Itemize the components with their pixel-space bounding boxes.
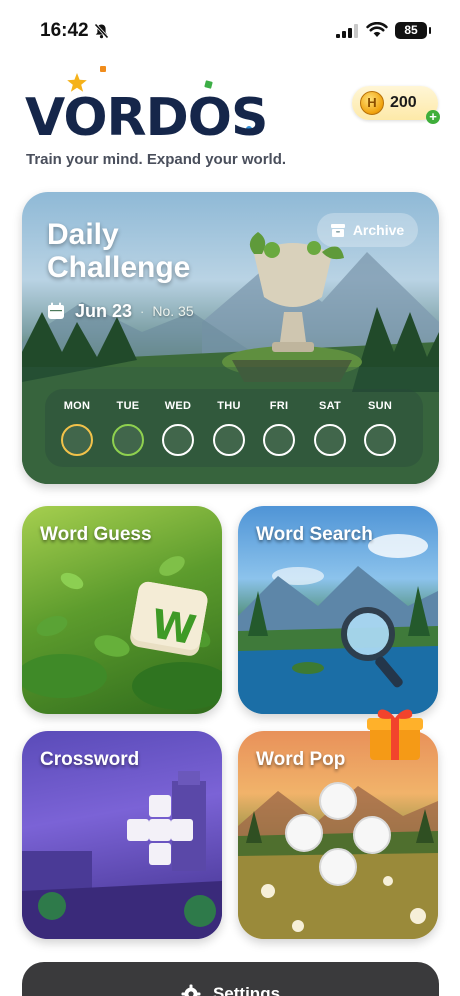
day-status-circle bbox=[162, 424, 194, 456]
archive-button[interactable]: Archive bbox=[317, 213, 418, 247]
day-label: MON bbox=[63, 400, 91, 412]
day-status-circle bbox=[61, 424, 93, 456]
daily-challenge-card[interactable]: Daily Challenge Jun 23 · No. 35 Archive … bbox=[22, 192, 439, 484]
settings-button[interactable]: Settings bbox=[22, 962, 439, 996]
day-mon[interactable]: MON bbox=[52, 389, 102, 467]
archive-box-icon bbox=[330, 223, 345, 237]
date-row: Jun 23 · No. 35 bbox=[47, 300, 194, 322]
date-separator: · bbox=[140, 303, 145, 319]
day-sun[interactable]: SUN bbox=[355, 389, 405, 467]
word-search-tile[interactable]: Word Search bbox=[238, 506, 438, 714]
coin-icon: H bbox=[360, 91, 384, 115]
add-coins-icon[interactable]: + bbox=[426, 110, 440, 124]
day-status-circle bbox=[314, 424, 346, 456]
word-guess-label: Word Guess bbox=[40, 524, 152, 545]
crossword-label: Crossword bbox=[40, 749, 140, 770]
battery-indicator: 85 bbox=[395, 22, 431, 39]
day-label: WED bbox=[164, 400, 192, 412]
day-status-circle bbox=[213, 424, 245, 456]
calendar-icon bbox=[48, 302, 64, 319]
daily-title-line2: Challenge bbox=[47, 251, 191, 284]
tagline: Train your mind. Expand your world. bbox=[26, 151, 287, 168]
bell-muted-icon bbox=[94, 23, 109, 39]
challenge-number: No. 35 bbox=[152, 303, 194, 319]
challenge-date: Jun 23 bbox=[75, 300, 133, 321]
word-guess-tile[interactable]: W Word Guess bbox=[22, 506, 222, 714]
day-label: TUE bbox=[116, 400, 140, 412]
coin-count: 200 bbox=[390, 94, 417, 111]
day-sat[interactable]: SAT bbox=[305, 389, 355, 467]
day-tue[interactable]: TUE bbox=[103, 389, 153, 467]
logo-text: VORDOS bbox=[25, 88, 268, 148]
day-thu[interactable]: THU bbox=[204, 389, 254, 467]
day-status-circle bbox=[364, 424, 396, 456]
cellular-signal-icon bbox=[336, 24, 358, 38]
day-label: THU bbox=[217, 400, 241, 412]
word-guess-tile-letter: W bbox=[148, 601, 199, 654]
day-label: SAT bbox=[318, 400, 342, 412]
word-pop-tile[interactable]: Word Pop bbox=[238, 731, 438, 939]
word-pop-label: Word Pop bbox=[256, 749, 346, 770]
word-search-label: Word Search bbox=[256, 524, 373, 545]
status-bar: 16:42 85 bbox=[0, 0, 460, 56]
status-time: 16:42 bbox=[40, 20, 89, 41]
gift-icon[interactable] bbox=[364, 704, 426, 762]
daily-challenge-title: Daily Challenge bbox=[47, 218, 190, 284]
settings-label: Settings bbox=[212, 984, 281, 996]
logo-confetti-dot bbox=[100, 66, 106, 72]
crossword-tile[interactable]: Crossword bbox=[22, 731, 222, 939]
archive-label: Archive bbox=[352, 222, 405, 238]
day-label: SUN bbox=[367, 400, 393, 412]
day-label: FRI bbox=[269, 400, 289, 412]
vordos-logo: VORDOS bbox=[22, 66, 272, 148]
wifi-icon bbox=[366, 22, 388, 37]
day-status-circle bbox=[112, 424, 144, 456]
day-status-circle bbox=[263, 424, 295, 456]
gear-icon bbox=[181, 984, 201, 996]
daily-title-line1: Daily bbox=[47, 218, 119, 251]
day-fri[interactable]: FRI bbox=[254, 389, 304, 467]
week-progress: MON TUE WED THU FRI SAT SUN bbox=[45, 389, 423, 467]
day-wed[interactable]: WED bbox=[153, 389, 203, 467]
